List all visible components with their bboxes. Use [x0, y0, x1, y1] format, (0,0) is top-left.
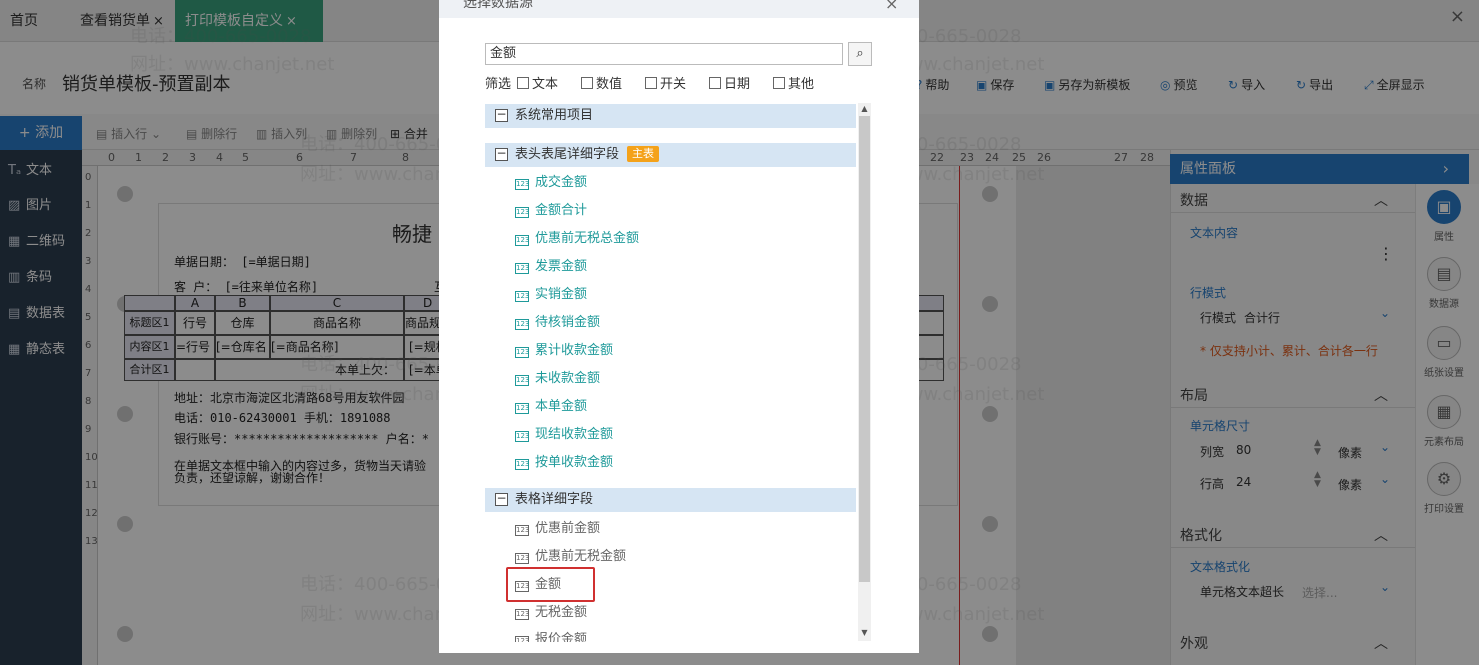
number-field-icon: 123	[515, 319, 530, 330]
field-item[interactable]: 123 报价金额	[515, 630, 587, 642]
field-item[interactable]: 123 现结收款金额	[515, 425, 613, 445]
checkbox[interactable]	[773, 77, 785, 89]
checkbox-label: 日期	[724, 77, 751, 92]
number-field-icon: 123	[515, 207, 530, 218]
number-field-icon: 123	[515, 459, 530, 470]
selection-highlight	[506, 567, 595, 602]
field-label: 本单金额	[535, 399, 588, 414]
close-icon[interactable]: ×	[885, 0, 898, 13]
field-label: 实销金额	[535, 287, 588, 302]
checkbox-label: 其他	[788, 77, 815, 92]
group-system-common[interactable]: − 系统常用项目	[485, 104, 856, 128]
number-field-icon: 123	[515, 347, 530, 358]
checkbox[interactable]	[517, 77, 529, 89]
number-field-icon: 123	[515, 375, 530, 386]
checkbox-label: 文本	[532, 77, 559, 92]
collapse-icon[interactable]: −	[495, 108, 508, 122]
filter-number-checkbox[interactable]: 数值	[581, 73, 622, 92]
dialog-title: 选择数据源	[463, 0, 533, 11]
group-header-footer-fields[interactable]: − 表头表尾详细字段 主表	[485, 143, 856, 167]
filter-label: 筛选	[485, 77, 512, 92]
field-label: 待核销金额	[535, 315, 601, 330]
field-item[interactable]: 123 成交金额	[515, 173, 587, 193]
field-label: 优惠前无税总金额	[535, 231, 640, 246]
field-label: 优惠前无税金额	[535, 549, 627, 564]
datasource-dialog: 选择数据源 × 金额 ⌕ 筛选 文本 数值 开关 日期 其他 − 系统常用项目 −…	[439, 0, 919, 653]
group-label: 表头表尾详细字段	[515, 147, 620, 162]
number-field-icon: 123	[515, 263, 530, 274]
number-field-icon: 123	[515, 525, 530, 536]
filter-date-checkbox[interactable]: 日期	[709, 73, 750, 92]
number-field-icon: 123	[515, 553, 530, 564]
field-label: 未收款金额	[535, 371, 601, 386]
field-label: 现结收款金额	[535, 427, 614, 442]
field-label: 无税金额	[535, 605, 588, 620]
number-field-icon: 123	[515, 403, 530, 414]
group-label: 表格详细字段	[515, 492, 594, 507]
search-button[interactable]: ⌕	[848, 42, 872, 66]
checkbox[interactable]	[581, 77, 593, 89]
field-item[interactable]: 123 无税金额	[515, 603, 587, 623]
field-label: 成交金额	[535, 175, 588, 190]
number-field-icon: 123	[515, 235, 530, 246]
field-label: 按单收款金额	[535, 455, 614, 470]
field-item[interactable]: 123 发票金额	[515, 257, 587, 277]
scrollbar-thumb[interactable]	[859, 116, 870, 582]
search-icon: ⌕	[856, 46, 864, 61]
group-label: 系统常用项目	[515, 108, 594, 123]
field-label: 优惠前金额	[535, 521, 601, 536]
field-item[interactable]: 123 未收款金额	[515, 369, 600, 389]
field-item[interactable]: 123 金额合计	[515, 201, 587, 221]
field-item[interactable]: 123 待核销金额	[515, 313, 600, 333]
filter-other-checkbox[interactable]: 其他	[773, 73, 814, 92]
field-item[interactable]: 123 累计收款金额	[515, 341, 613, 361]
checkbox[interactable]	[709, 77, 721, 89]
field-item[interactable]: 123 按单收款金额	[515, 453, 613, 473]
field-item[interactable]: 123 优惠前无税总金额	[515, 229, 639, 249]
number-field-icon: 123	[515, 179, 530, 190]
field-item[interactable]: 123 优惠前金额	[515, 519, 600, 539]
number-field-icon: 123	[515, 291, 530, 302]
number-field-icon: 123	[515, 609, 530, 620]
field-item[interactable]: 123 实销金额	[515, 285, 587, 305]
filter-text-checkbox[interactable]: 文本	[517, 73, 558, 92]
search-input[interactable]: 金额	[485, 43, 843, 65]
field-item[interactable]: 123 本单金额	[515, 397, 587, 417]
scroll-up-icon[interactable]: ▲	[858, 104, 871, 113]
scroll-down-icon[interactable]: ▼	[858, 628, 871, 637]
checkbox[interactable]	[645, 77, 657, 89]
field-item[interactable]: 123 优惠前无税金额	[515, 547, 626, 567]
number-field-icon: 123	[515, 636, 529, 642]
collapse-icon[interactable]: −	[495, 492, 508, 506]
checkbox-label: 数值	[596, 77, 623, 92]
main-table-badge: 主表	[627, 146, 660, 162]
field-label: 累计收款金额	[535, 343, 614, 358]
field-label: 报价金额	[535, 632, 588, 642]
field-label: 发票金额	[535, 259, 588, 274]
filter-switch-checkbox[interactable]: 开关	[645, 73, 686, 92]
number-field-icon: 123	[515, 431, 530, 442]
checkbox-label: 开关	[660, 77, 687, 92]
group-table-detail-fields[interactable]: − 表格详细字段	[485, 488, 856, 512]
app-window: 首页 查看销货单 × 打印模板自定义 × × 名称 销货单模板-预置副本 ? 帮助 ▣…	[0, 0, 1479, 665]
field-label: 金额合计	[535, 203, 588, 218]
collapse-icon[interactable]: −	[495, 147, 508, 161]
